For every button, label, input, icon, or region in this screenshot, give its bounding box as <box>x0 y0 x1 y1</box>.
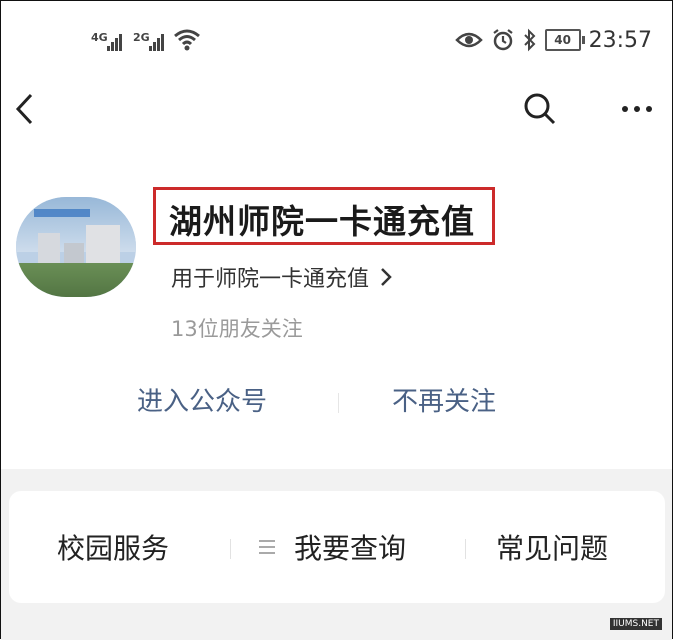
signal-1-icon <box>107 33 125 51</box>
avatar[interactable] <box>16 197 136 297</box>
account-title: 湖州师院一卡通充值 <box>169 202 475 241</box>
signal-2-icon <box>149 33 167 51</box>
menu-divider <box>465 539 466 559</box>
wifi-icon <box>174 29 200 51</box>
menu-divider <box>230 539 231 559</box>
bluetooth-icon <box>523 28 536 52</box>
menu-item-faq[interactable]: 常见问题 <box>496 527 608 567</box>
status-bar: 4G 2G 40 23:57 <box>1 1 672 76</box>
account-description: 用于师院一卡通充值 <box>171 267 370 292</box>
menu-item-campus-services[interactable]: 校园服务 <box>57 527 169 567</box>
action-row: 进入公众号 不再关注 <box>1 381 672 425</box>
description-row[interactable]: 用于师院一卡通充值 <box>171 261 393 293</box>
menu-item-query[interactable]: 我要查询 <box>294 527 406 567</box>
status-right-group: 40 23:57 <box>454 25 652 55</box>
account-menu: 校园服务 我要查询 常见问题 <box>9 491 665 603</box>
back-icon <box>15 93 33 125</box>
signal-1-label: 4G <box>91 31 108 44</box>
back-button[interactable] <box>1 81 49 137</box>
chevron-right-icon <box>381 268 392 286</box>
eye-icon <box>454 32 483 48</box>
account-profile: 湖州师院一卡通充值 用于师院一卡通充值 13位朋友关注 进入公众号 不再关注 <box>1 181 672 451</box>
alarm-icon <box>492 29 513 51</box>
more-icon <box>622 106 652 112</box>
clock: 23:57 <box>588 27 652 53</box>
action-divider <box>338 393 339 413</box>
unfollow-button[interactable]: 不再关注 <box>392 381 496 418</box>
nav-bar <box>1 81 672 141</box>
search-icon <box>524 93 556 125</box>
signal-2-label: 2G <box>133 31 150 44</box>
enter-account-button[interactable]: 进入公众号 <box>137 381 267 418</box>
list-icon <box>259 540 275 556</box>
watermark: IIUMS.NET <box>609 618 662 630</box>
search-button[interactable] <box>516 81 564 137</box>
followers-count: 13位朋友关注 <box>171 317 303 341</box>
more-button[interactable] <box>613 81 661 137</box>
battery-icon: 40 <box>544 29 585 51</box>
